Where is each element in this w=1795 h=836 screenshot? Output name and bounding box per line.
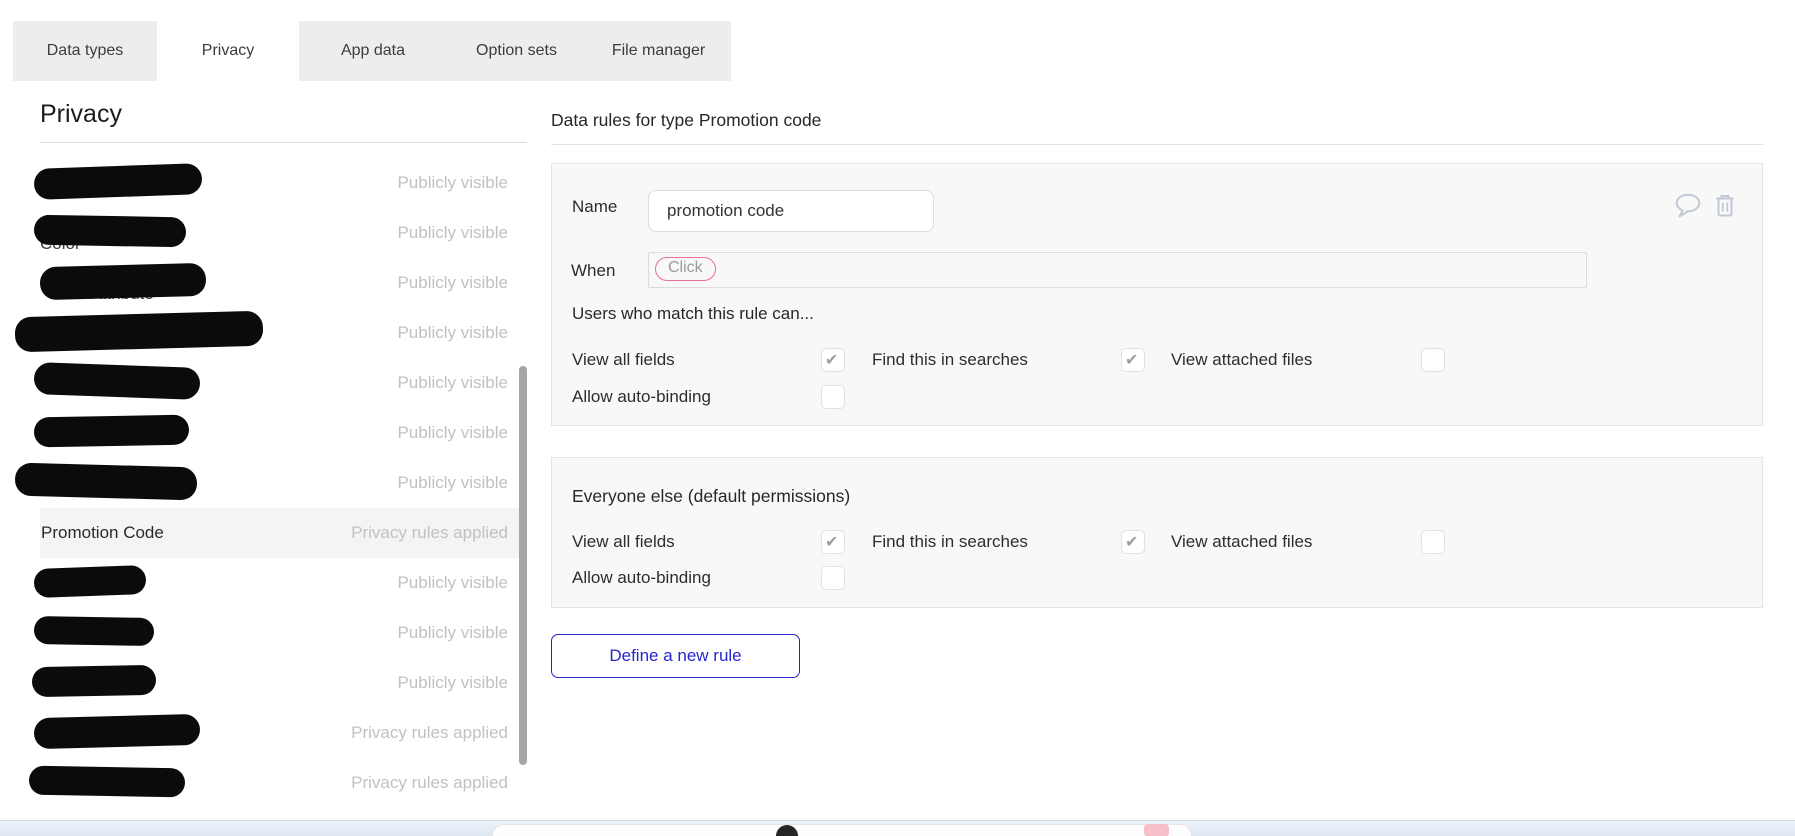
- privacy-status: Privacy rules applied: [351, 773, 508, 792]
- privacy-rule-card: Name When Click Users who match this rul…: [551, 163, 1763, 426]
- find-in-searches-checkbox[interactable]: [1121, 348, 1145, 372]
- background-window-badge: [1144, 824, 1169, 836]
- view-attached-files-checkbox[interactable]: [1421, 530, 1445, 554]
- privacy-status: Publicly visible: [397, 573, 508, 592]
- list-item[interactable]: Publicly visible: [33, 408, 527, 458]
- redaction-scribble: [31, 664, 157, 698]
- tab-app-data[interactable]: App data: [299, 21, 447, 81]
- when-condition-field[interactable]: Click: [648, 252, 1587, 288]
- privacy-status: Publicly visible: [397, 223, 508, 242]
- tab-data-types[interactable]: Data types: [13, 21, 157, 81]
- redaction-scribble: [33, 615, 155, 647]
- permission-label: Allow auto-binding: [572, 568, 711, 587]
- comment-icon[interactable]: [1673, 192, 1701, 218]
- privacy-status: Publicly visible: [397, 423, 508, 442]
- redaction-scribble: [33, 564, 147, 598]
- permission-label: View all fields: [572, 350, 675, 369]
- background-window-bar: [492, 824, 1192, 836]
- permission-label: View attached files: [1171, 532, 1313, 551]
- list-item[interactable]: Publicly visible: [33, 608, 527, 658]
- redaction-scribble: [14, 310, 264, 352]
- view-attached-files-checkbox[interactable]: [1421, 348, 1445, 372]
- list-item[interactable]: Privacy rules applied: [33, 708, 527, 758]
- permission-label: Allow auto-binding: [572, 387, 711, 406]
- page-title: Privacy: [40, 100, 122, 128]
- sidebar-scrollbar[interactable]: [519, 366, 527, 765]
- default-card-title: Everyone else (default permissions): [572, 486, 851, 506]
- privacy-status: Publicly visible: [397, 473, 508, 492]
- list-item[interactable]: Publicly visible: [31, 658, 527, 708]
- redaction-scribble: [14, 462, 198, 500]
- permission-label: View all fields: [572, 532, 675, 551]
- privacy-status: Privacy rules applied: [351, 523, 508, 542]
- list-item[interactable]: Privacy rules applied: [28, 758, 527, 808]
- privacy-status: Publicly visible: [397, 673, 508, 692]
- privacy-status: Publicly visible: [397, 373, 508, 392]
- background-window-taskbar: [0, 820, 1795, 836]
- list-item[interactable]: Publicly visible: [33, 558, 527, 608]
- default-permissions-card: Everyone else (default permissions) View…: [551, 457, 1763, 608]
- data-rules-header: Data rules for type Promotion code: [551, 110, 822, 130]
- tab-bar: Data types Privacy App data Option sets File…: [13, 21, 731, 81]
- redaction-scribble: [33, 713, 201, 749]
- trash-icon[interactable]: [1714, 193, 1736, 218]
- list-item[interactable]: ColorPublicly visible: [33, 208, 527, 258]
- view-all-fields-checkbox[interactable]: [821, 348, 845, 372]
- view-all-fields-checkbox[interactable]: [821, 530, 845, 554]
- rule-subtitle: Users who match this rule can...: [572, 304, 814, 323]
- redaction-scribble: [33, 414, 190, 448]
- privacy-status: Publicly visible: [397, 323, 508, 342]
- list-item[interactable]: Publicly visible: [33, 358, 527, 408]
- list-item[interactable]: Publicly visible: [14, 458, 527, 508]
- permission-label: View attached files: [1171, 350, 1313, 369]
- allow-auto-binding-checkbox[interactable]: [821, 385, 845, 409]
- when-tag[interactable]: Click: [655, 257, 716, 281]
- tab-privacy[interactable]: Privacy: [157, 21, 299, 81]
- list-item[interactable]: Promotion Code Privacy rules applied: [40, 508, 527, 558]
- privacy-status: Privacy rules applied: [351, 723, 508, 742]
- data-type-name: Promotion Code: [41, 523, 164, 542]
- when-label: When: [571, 261, 616, 280]
- permission-label: Find this in searches: [872, 350, 1028, 369]
- privacy-type-list: Publicly visibleColorPublicly visibleCol…: [14, 158, 527, 808]
- privacy-status: Publicly visible: [397, 623, 508, 642]
- privacy-status: Publicly visible: [397, 273, 508, 292]
- define-new-rule-button[interactable]: Define a new rule: [551, 634, 800, 678]
- redaction-scribble: [28, 765, 186, 797]
- redaction-scribble: [39, 262, 207, 300]
- main-divider: [551, 144, 1763, 145]
- list-item[interactable]: tion SizePublicly visible: [14, 308, 527, 358]
- privacy-status: Publicly visible: [397, 173, 508, 192]
- permission-label: Find this in searches: [872, 532, 1028, 551]
- redaction-scribble: [33, 162, 203, 200]
- allow-auto-binding-checkbox[interactable]: [821, 566, 845, 590]
- list-item[interactable]: Publicly visible: [33, 158, 527, 208]
- sidebar-divider: [40, 142, 527, 143]
- redaction-scribble: [33, 214, 187, 248]
- rule-name-input[interactable]: [648, 190, 934, 232]
- find-in-searches-checkbox[interactable]: [1121, 530, 1145, 554]
- tab-option-sets[interactable]: Option sets: [447, 21, 586, 81]
- redaction-scribble: [33, 362, 201, 400]
- list-item[interactable]: Color AttributePublicly visible: [39, 258, 527, 308]
- name-label: Name: [572, 197, 618, 216]
- tab-file-manager[interactable]: File manager: [586, 21, 731, 81]
